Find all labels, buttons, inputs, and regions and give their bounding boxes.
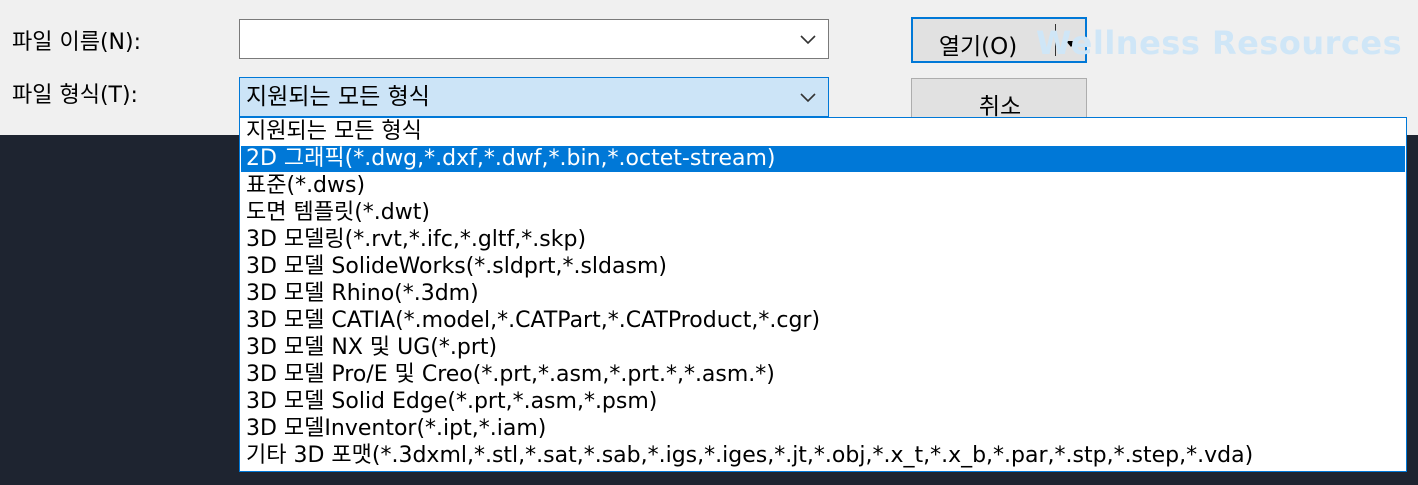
filetype-option[interactable]: 3D 모델 Solid Edge(*.prt,*.asm,*.psm) [241,389,1405,415]
filetype-option[interactable]: 3D 모델 Pro/E 및 Creo(*.prt,*.asm,*.prt.*,*… [241,362,1405,388]
filetype-option[interactable]: 3D 모델링(*.rvt,*.ifc,*.gltf,*.skp) [241,227,1405,253]
filetype-option[interactable]: 도면 템플릿(*.dwt) [241,200,1405,226]
open-button-label: 열기(O) [938,34,1018,60]
filetype-option[interactable]: 3D 모델 NX 및 UG(*.prt) [241,335,1405,361]
filetype-option[interactable]: 3D 모델 CATIA(*.model,*.CATPart,*.CATProdu… [241,308,1405,334]
filename-label: 파일 이름(N): [12,30,141,55]
chevron-down-icon[interactable] [798,87,818,107]
cancel-button[interactable]: 취소 [911,78,1087,120]
filetype-label: 파일 형식(T): [12,83,138,108]
filetype-selected-value: 지원되는 모든 형식 [246,84,430,110]
filetype-option[interactable]: 3D 모델 Rhino(*.3dm) [241,281,1405,307]
cancel-button-label: 취소 [978,94,1022,120]
filetype-combobox[interactable]: 지원되는 모든 형식 [239,77,829,117]
filetype-option[interactable]: 2D 그래픽(*.dwg,*.dxf,*.dwf,*.bin,*.octet-s… [241,146,1405,172]
watermark: Wellness Resources [1036,24,1403,62]
filetype-option[interactable]: 지원되는 모든 형식 [241,119,1405,145]
filetype-option[interactable]: 3D 모델 SolideWorks(*.sldprt,*.sldasm) [241,254,1405,280]
filetype-option[interactable]: 3D 모델Inventor(*.ipt,*.iam) [241,416,1405,442]
filetype-option[interactable]: 기타 3D 포맷(*.3dxml,*.stl,*.sat,*.sab,*.igs… [241,443,1405,469]
filename-combobox[interactable] [239,19,829,59]
filetype-option[interactable]: 표준(*.dws) [241,173,1405,199]
chevron-down-icon[interactable] [798,29,818,49]
filetype-dropdown-list[interactable]: 지원되는 모든 형식 2D 그래픽(*.dwg,*.dxf,*.dwf,*.bin… [239,117,1407,472]
